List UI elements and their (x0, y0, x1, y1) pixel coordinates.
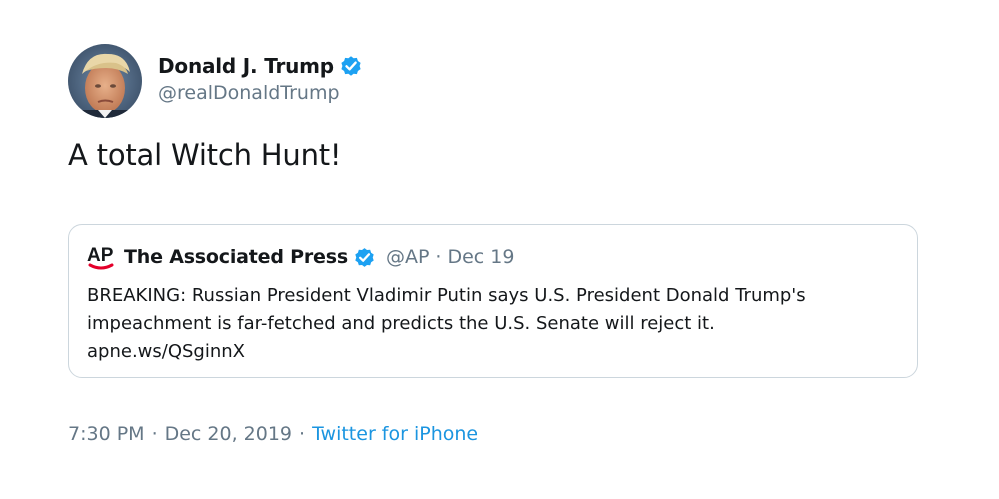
quoted-separator: · (435, 246, 442, 268)
meta-separator: · (299, 423, 306, 445)
quoted-author-name[interactable]: The Associated Press (124, 246, 348, 268)
verified-badge-icon (353, 246, 376, 269)
author-handle[interactable]: @realDonaldTrump (158, 82, 340, 104)
svg-text:AP: AP (87, 245, 114, 266)
quoted-tweet-body: BREAKING: Russian President Vladimir Put… (87, 282, 897, 366)
quoted-tweet-card[interactable]: AP The Associated Press @AP · Dec 19 BRE… (68, 224, 918, 378)
author-name-row[interactable]: Donald J. Trump (158, 52, 363, 80)
tweet-source-link[interactable]: Twitter for iPhone (312, 423, 478, 445)
author-display-name[interactable]: Donald J. Trump (158, 54, 334, 78)
tweet-time[interactable]: 7:30 PM (68, 423, 145, 445)
quoted-tweet-line: BREAKING: Russian President Vladimir Put… (87, 285, 806, 306)
quoted-tweet-line: impeachment is far-fetched and predicts … (87, 313, 715, 334)
profile-photo-icon (68, 44, 142, 118)
tweet-date[interactable]: Dec 20, 2019 (165, 423, 292, 445)
quoted-tweet-link[interactable]: apne.ws/QSginnX (87, 338, 897, 366)
ap-logo-icon: AP (87, 243, 115, 271)
quoted-tweet-date[interactable]: Dec 19 (447, 246, 514, 268)
quoted-tweet-header: AP The Associated Press @AP · Dec 19 (87, 242, 514, 272)
meta-separator: · (151, 423, 158, 445)
verified-badge-icon (339, 54, 363, 78)
tweet-meta: 7:30 PM · Dec 20, 2019 · Twitter for iPh… (68, 420, 478, 448)
tweet-text: A total Witch Hunt! (68, 138, 342, 172)
quoted-author-handle[interactable]: @AP (386, 246, 429, 268)
author-avatar[interactable] (68, 44, 142, 118)
